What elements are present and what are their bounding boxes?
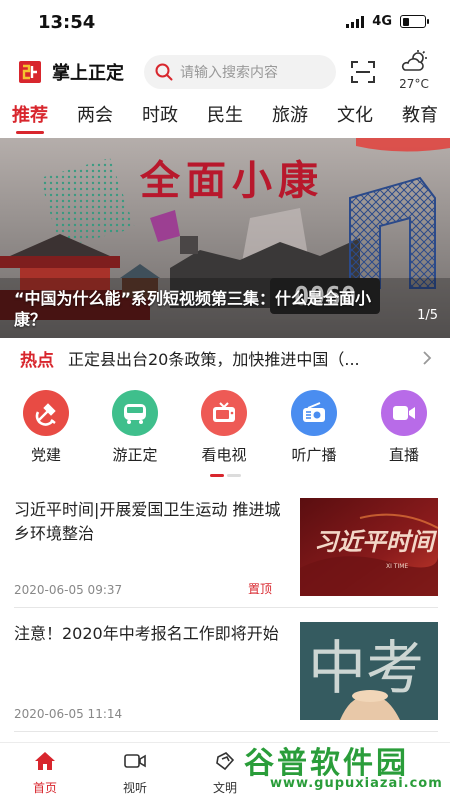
category-tabs: 推荐 两会 时政 民生 旅游 文化 教育 (0, 96, 450, 136)
news-title[interactable]: 习近平时间|开展爱国卫生运动 推进城乡环境整治 (14, 498, 286, 546)
service-party-building[interactable]: 党建 (16, 390, 76, 465)
banner-caption[interactable]: “中国为什么能”系列短视频第三集：什么是全面小康？ (14, 288, 384, 330)
thumb-sub: XI TIME (386, 563, 408, 570)
search-placeholder: 请输入搜索内容 (180, 65, 278, 81)
watermark-sub: www.gupuxiazai.com (270, 776, 443, 791)
hot-news-text[interactable]: 正定县出台20条政策，加快推进中国（... (68, 346, 408, 370)
home-icon (35, 752, 55, 770)
tab-tourism[interactable]: 旅游 (272, 96, 308, 136)
service-label: 直播 (388, 446, 419, 464)
tab-education[interactable]: 教育 (402, 96, 438, 136)
quick-services: 党建 游正定 看电视 听广播 直播 (0, 390, 450, 470)
tab-recommend[interactable]: 推荐 (12, 96, 48, 136)
service-radio[interactable]: 听广播 (284, 390, 344, 465)
thumb-title: 习近平时间 (314, 527, 438, 556)
news-title[interactable]: 注意！2020年中考报名工作即将开始 (14, 622, 286, 646)
news-time: 2020-06-05 11:14 (14, 707, 123, 721)
hot-news-ticker[interactable]: 热点 正定县出台20条政策，加快推进中国（... (0, 340, 450, 376)
radio-icon (291, 390, 337, 436)
news-thumbnail[interactable]: 习近平时间 XI TIME (300, 498, 438, 596)
tour-bus-icon (112, 390, 158, 436)
exam-thumbnail-image: 中考 (300, 622, 438, 720)
service-tv[interactable]: 看电视 (194, 390, 254, 465)
service-tour[interactable]: 游正定 (105, 390, 165, 465)
tv-icon (201, 390, 247, 436)
news-time: 2020-06-05 09:37 (14, 583, 123, 597)
status-indicators: 4G (346, 14, 429, 29)
service-label: 看电视 (201, 446, 247, 464)
partly-cloudy-icon (401, 50, 427, 71)
app-logo-icon (19, 61, 41, 83)
app-title: 掌上正定 (52, 63, 124, 84)
civility-icon (216, 752, 235, 771)
banner-page-indicator: 1/5 (417, 308, 438, 323)
news-item[interactable]: 习近平时间|开展爱国卫生运动 推进城乡环境整治 2020-06-05 09:37… (14, 498, 438, 608)
banner-headline: 全面小康 (140, 157, 324, 204)
xi-time-thumbnail-image: 习近平时间 XI TIME (300, 498, 438, 596)
video-camera-icon (381, 390, 427, 436)
tab-livelihood[interactable]: 民生 (207, 96, 243, 136)
party-emblem-icon (23, 390, 69, 436)
status-bar: 13:54 4G (0, 0, 450, 46)
service-label: 党建 (30, 446, 61, 464)
search-input[interactable]: 请输入搜索内容 (144, 55, 336, 89)
network-label: 4G (372, 14, 392, 29)
app-header: 掌上正定 请输入搜索内容 27°C (0, 50, 450, 94)
service-label: 游正定 (112, 446, 158, 464)
nav-label: 首页 (32, 781, 57, 795)
nav-home[interactable]: 首页 (20, 751, 70, 796)
weather-temperature: 27°C (399, 77, 429, 91)
nav-label: 文明 (212, 781, 237, 795)
banner-carousel[interactable]: 0060 全面小康 “中国为什么能”系列短视频第三集：什么是全面小康？ 1/5 (0, 138, 450, 338)
tab-politics[interactable]: 时政 (142, 96, 178, 136)
tab-culture[interactable]: 文化 (337, 96, 373, 136)
chevron-right-icon[interactable] (422, 350, 432, 366)
tab-two-sessions[interactable]: 两会 (77, 96, 113, 136)
scan-icon[interactable] (350, 60, 376, 84)
weather-widget[interactable]: 27°C (394, 50, 434, 91)
signal-icon (346, 15, 365, 28)
search-icon (155, 63, 173, 81)
news-item[interactable]: 注意！2020年中考报名工作即将开始 2020-06-05 11:14 中考 (14, 622, 438, 732)
battery-icon (400, 15, 429, 28)
watermark: 谷普软件园 www.gupuxiazai.com (244, 738, 444, 794)
video-icon (124, 754, 146, 768)
nav-video[interactable]: 视听 (110, 751, 160, 796)
pinned-badge: 置顶 (248, 582, 273, 596)
hot-tag: 热点 (20, 350, 54, 371)
news-thumbnail[interactable]: 中考 (300, 622, 438, 720)
service-label: 听广播 (291, 446, 337, 464)
services-pager (210, 474, 241, 477)
nav-label: 视听 (122, 781, 147, 795)
nav-civility[interactable]: 文明 (200, 751, 250, 796)
service-live[interactable]: 直播 (374, 390, 434, 465)
status-time: 13:54 (38, 12, 96, 33)
